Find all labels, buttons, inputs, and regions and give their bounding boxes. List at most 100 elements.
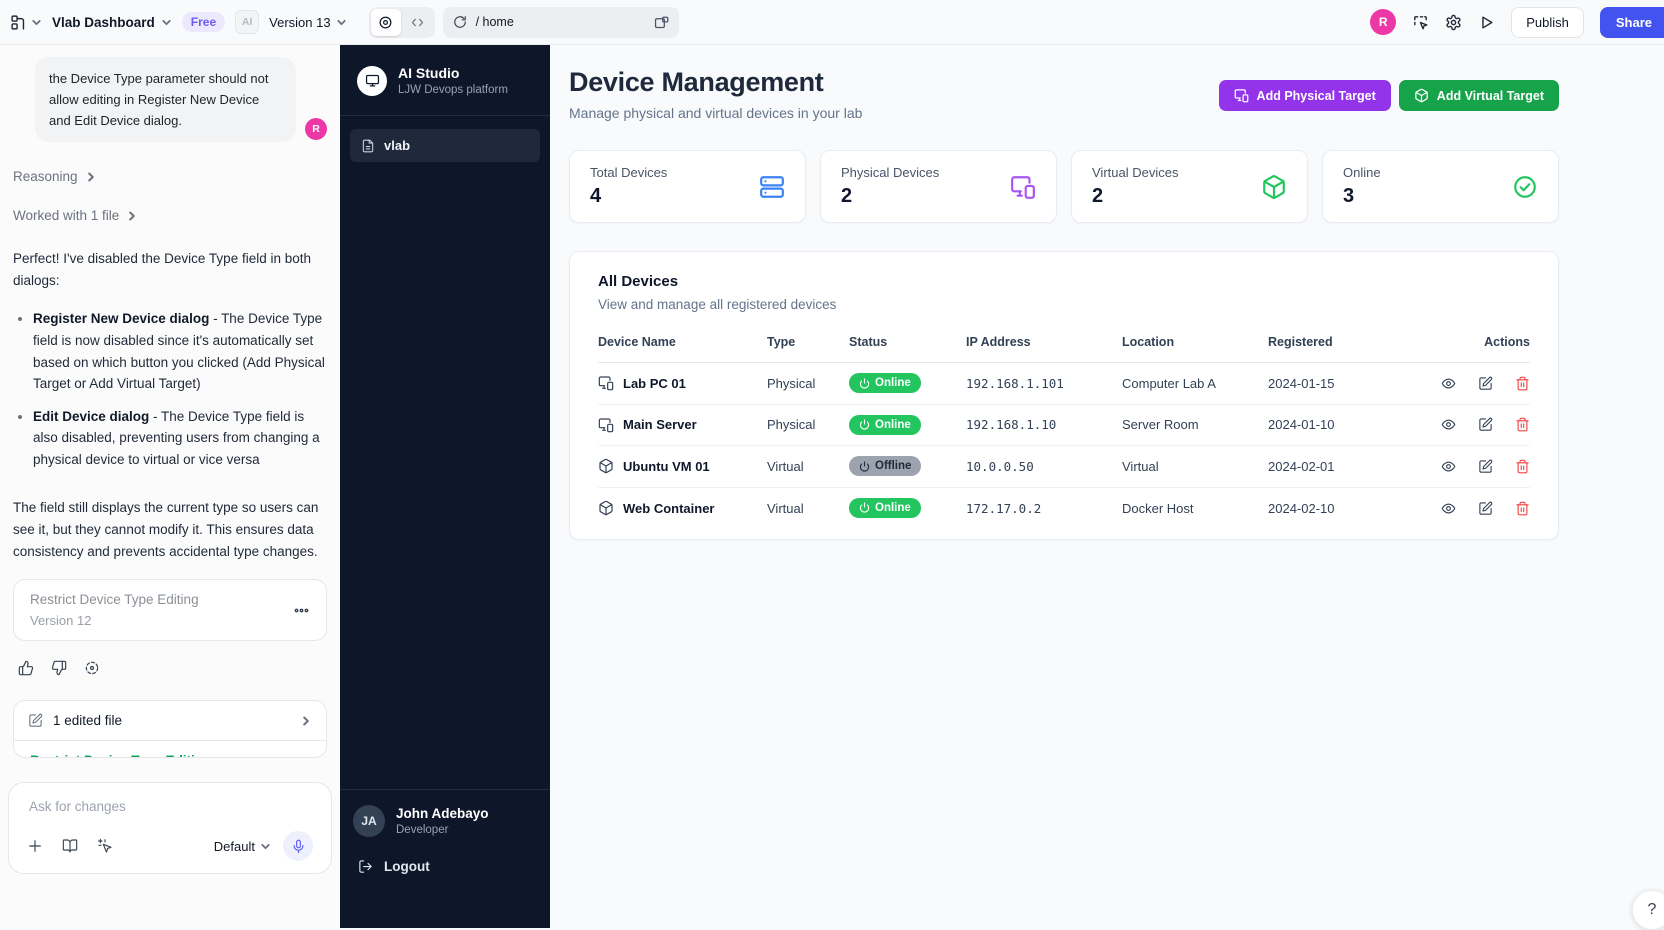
- reasoning-collapse[interactable]: Reasoning: [13, 169, 327, 184]
- project-name: Vlab Dashboard: [52, 14, 155, 30]
- user-initials-avatar: JA: [353, 805, 385, 837]
- user-avatar: R: [305, 118, 327, 141]
- power-icon: [859, 461, 870, 472]
- stat-card-physical-devices: Physical Devices 2: [820, 150, 1057, 223]
- thumbs-up-icon[interactable]: [18, 660, 34, 676]
- app-title: AI Studio: [398, 65, 460, 81]
- feedback-row: [18, 660, 327, 676]
- monitor-smartphone-icon: [598, 417, 614, 433]
- more-options-icon[interactable]: [293, 602, 310, 619]
- version-card[interactable]: Restrict Device Type Editing Version 12: [13, 579, 327, 642]
- app-sidebar: AI Studio LJW Devops platform vlab JA Jo…: [340, 45, 550, 928]
- sparkle-cursor-icon[interactable]: [97, 838, 113, 854]
- panel-layout-icon[interactable]: [654, 15, 669, 30]
- version-dropdown[interactable]: Version 13: [269, 15, 346, 30]
- refresh-icon[interactable]: [453, 15, 467, 29]
- monitor-smartphone-icon: [1234, 88, 1249, 103]
- code-toggle-button[interactable]: [403, 9, 433, 36]
- user-message-bubble: the Device Type parameter should not all…: [35, 57, 296, 143]
- power-icon: [859, 502, 870, 513]
- device-ip: 10.0.0.50: [966, 458, 1034, 474]
- delete-trash-icon[interactable]: [1515, 459, 1530, 474]
- device-type: Physical: [767, 375, 816, 391]
- stat-value: 3: [1343, 185, 1355, 207]
- table-row: Main Server Physical Online 192.168.1.10…: [598, 405, 1530, 446]
- view-eye-icon[interactable]: [1441, 417, 1456, 432]
- status-badge: Online: [849, 414, 921, 435]
- help-button[interactable]: ?: [1632, 890, 1664, 930]
- device-registered: 2024-02-01: [1268, 458, 1335, 474]
- delete-trash-icon[interactable]: [1515, 376, 1530, 391]
- device-type: Virtual: [767, 500, 804, 516]
- knowledge-book-icon[interactable]: [62, 838, 78, 854]
- stat-label: Online: [1343, 165, 1381, 180]
- status-badge: Online: [849, 497, 921, 518]
- sidebar-item-vlab[interactable]: vlab: [350, 129, 540, 162]
- status-badge: Online: [849, 373, 921, 393]
- add-virtual-target-button[interactable]: Add Virtual Target: [1398, 80, 1559, 111]
- preview-toggle-button[interactable]: [370, 8, 401, 36]
- table-row: Lab PC 01 Physical Online 192.168.1.101 …: [598, 363, 1530, 405]
- chevron-down-icon: [31, 17, 42, 28]
- add-virtual-label: Add Virtual Target: [1436, 88, 1544, 103]
- assistant-bullet-list: Register New Device dialog - The Device …: [19, 308, 327, 481]
- logout-button[interactable]: Logout: [358, 859, 537, 874]
- view-eye-icon[interactable]: [1441, 501, 1456, 516]
- user-role: Developer: [396, 824, 449, 836]
- edited-file-entry[interactable]: Restrict Device Type Editing Version 13: [14, 740, 326, 757]
- box-icon: [1261, 174, 1287, 200]
- publish-button[interactable]: Publish: [1511, 6, 1584, 38]
- status-badge: Offline: [849, 456, 922, 476]
- share-button[interactable]: Share: [1599, 6, 1664, 38]
- bullet-item: Edit Device dialog - The Device Type fie…: [33, 406, 327, 471]
- chevron-right-icon: [300, 715, 312, 727]
- device-name: Ubuntu VM 01: [623, 458, 710, 474]
- prompt-input[interactable]: [23, 797, 317, 831]
- edit-pencil-icon[interactable]: [1478, 376, 1493, 391]
- edit-pencil-icon[interactable]: [1478, 459, 1493, 474]
- sidebar-footer: JA John Adebayo Developer Logout: [340, 789, 550, 928]
- edit-pencil-icon[interactable]: [1478, 501, 1493, 516]
- prompt-composer: Default: [8, 782, 332, 874]
- device-name: Lab PC 01: [623, 375, 686, 391]
- edit-pencil-icon[interactable]: [1478, 417, 1493, 432]
- sidebar-item-label: vlab: [384, 138, 411, 153]
- workflow-logo-icon: [10, 14, 27, 31]
- thumbs-down-icon[interactable]: [51, 660, 67, 676]
- table-row: Ubuntu VM 01 Virtual Offline 10.0.0.50 V…: [598, 446, 1530, 488]
- version-card-title: Restrict Device Type Editing: [30, 592, 199, 608]
- edited-files-summary[interactable]: 1 edited file: [14, 701, 326, 740]
- col-status: Status: [849, 335, 888, 349]
- view-eye-icon[interactable]: [1441, 459, 1456, 474]
- model-selector[interactable]: Default: [214, 839, 271, 854]
- table-subtitle: View and manage all registered devices: [598, 297, 837, 312]
- delete-trash-icon[interactable]: [1515, 501, 1530, 516]
- edited-files-label: 1 edited file: [53, 713, 123, 729]
- preview-url-bar[interactable]: / home: [442, 6, 679, 38]
- stat-label: Virtual Devices: [1092, 165, 1179, 180]
- retry-icon[interactable]: [84, 660, 100, 676]
- view-eye-icon[interactable]: [1441, 376, 1456, 391]
- project-name-dropdown[interactable]: Vlab Dashboard: [52, 15, 172, 30]
- user-avatar[interactable]: R: [1370, 9, 1397, 35]
- attach-plus-icon[interactable]: [27, 838, 43, 854]
- settings-gear-icon[interactable]: [1445, 14, 1462, 31]
- run-play-icon[interactable]: [1478, 14, 1495, 31]
- plan-badge: Free: [181, 12, 226, 32]
- col-ip-address: IP Address: [966, 335, 1031, 349]
- logout-icon: [358, 859, 373, 874]
- microphone-button[interactable]: [283, 831, 313, 861]
- monitor-smartphone-icon: [1010, 174, 1036, 200]
- add-physical-label: Add Physical Target: [1256, 88, 1376, 103]
- chevron-right-icon: [85, 171, 97, 183]
- stat-label: Physical Devices: [841, 165, 940, 180]
- top-toolbar: Vlab Dashboard Free AI Version 13 / home…: [0, 0, 1664, 45]
- app-logo-menu[interactable]: [10, 14, 42, 31]
- select-element-icon[interactable]: [1412, 14, 1429, 31]
- worked-files-collapse[interactable]: Worked with 1 file: [13, 208, 327, 223]
- add-physical-target-button[interactable]: Add Physical Target: [1218, 80, 1391, 111]
- delete-trash-icon[interactable]: [1515, 417, 1530, 432]
- chevron-down-icon: [336, 17, 347, 28]
- device-type: Virtual: [767, 458, 804, 474]
- logout-label: Logout: [384, 859, 430, 874]
